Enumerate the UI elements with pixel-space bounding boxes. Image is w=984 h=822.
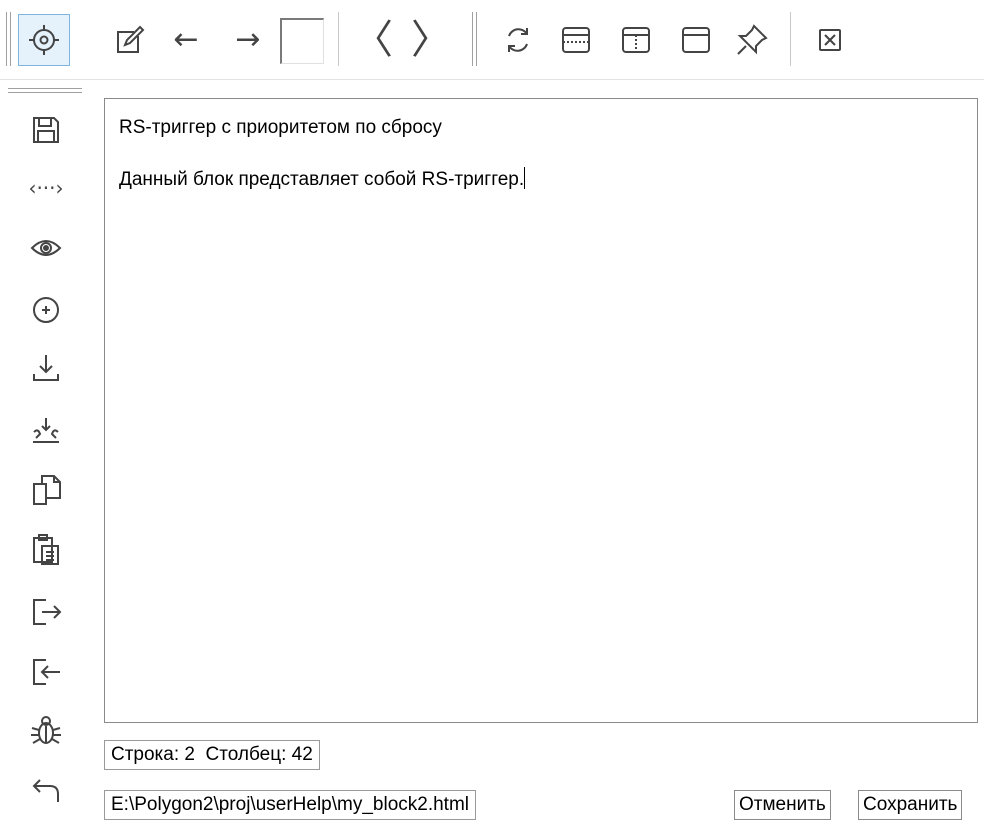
file-path-field: E:\Polygon2\proj\userHelp\my_block2.html [104, 790, 477, 820]
window-tab-icon[interactable] [670, 14, 722, 66]
top-toolbar: ← → 〈 〉 [0, 0, 984, 80]
eye-icon[interactable] [26, 228, 66, 268]
text-caret [524, 167, 526, 189]
editor-line-text: Данный блок представляет собой RS-тригге… [119, 169, 525, 190]
text-editor[interactable]: RS-триггер с приоритетом по сбросу Данны… [104, 98, 978, 723]
toolbar-separator [338, 12, 340, 66]
editor-line[interactable]: RS-триггер с приоритетом по сбросу [119, 115, 963, 141]
cancel-button[interactable]: Отменить [734, 790, 831, 820]
download-icon[interactable] [26, 348, 66, 388]
window-top-icon[interactable] [550, 14, 602, 66]
edit-icon[interactable] [102, 14, 154, 66]
toolbar-grip[interactable] [472, 12, 480, 66]
cursor-position-status: Строка: 2 Столбец: 42 [104, 740, 320, 770]
toolbar-grip[interactable] [8, 88, 82, 96]
code-icon[interactable]: ‹···› [26, 168, 66, 208]
left-toolbar: ‹···› [0, 80, 90, 822]
add-circle-icon[interactable] [26, 290, 66, 330]
save-button[interactable]: Сохранить [858, 790, 963, 820]
close-icon[interactable] [804, 14, 856, 66]
angle-left-icon[interactable]: 〈 [347, 14, 399, 66]
arrow-right-icon[interactable]: → [222, 14, 274, 66]
window-split-icon[interactable] [610, 14, 662, 66]
export-icon[interactable] [26, 590, 66, 630]
save-icon[interactable] [26, 110, 66, 150]
editor-line[interactable] [119, 141, 963, 167]
undo-icon[interactable] [26, 770, 66, 810]
target-icon[interactable] [18, 14, 70, 66]
copy-icon[interactable] [26, 470, 66, 510]
pin-icon[interactable] [726, 14, 778, 66]
bug-icon[interactable] [26, 710, 66, 750]
import-icon[interactable] [26, 410, 66, 450]
toolbar-separator [790, 12, 792, 66]
angle-right-icon[interactable]: 〉 [405, 14, 457, 66]
paste-icon[interactable] [26, 530, 66, 570]
toolbar-grip[interactable] [6, 12, 14, 66]
color-swatch[interactable] [280, 18, 324, 64]
login-icon[interactable] [26, 650, 66, 690]
refresh-icon[interactable] [492, 14, 544, 66]
editor-line[interactable]: Данный блок представляет собой RS-тригге… [119, 167, 963, 193]
arrow-left-icon[interactable]: ← [160, 14, 212, 66]
